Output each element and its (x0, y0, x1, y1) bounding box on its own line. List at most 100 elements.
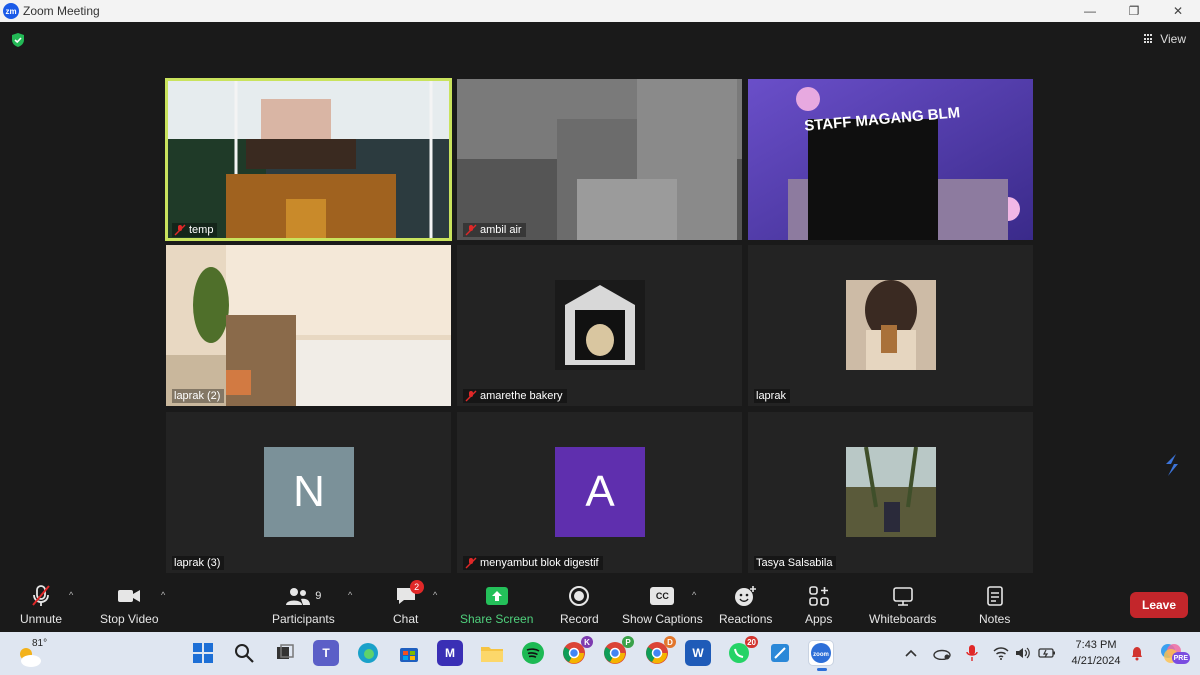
system-clock[interactable]: 7:43 PM 4/21/2024 (1066, 637, 1126, 669)
profile-picture (846, 447, 936, 537)
unread-badge: 20 (745, 636, 758, 648)
task-view-icon[interactable] (272, 640, 298, 666)
participants-options-caret-icon[interactable]: ^ (348, 590, 352, 600)
show-hidden-icons-chevron-icon[interactable] (903, 640, 919, 666)
search-icon[interactable] (231, 640, 257, 666)
side-panel-handle-icon[interactable] (1162, 452, 1182, 478)
wifi-icon[interactable] (992, 640, 1010, 666)
app-m-icon[interactable]: M (437, 640, 463, 666)
share-screen-button[interactable]: Share Screen (460, 582, 533, 626)
stop-video-button[interactable]: Stop Video (100, 582, 159, 626)
participant-name: laprak (2) (172, 389, 225, 403)
whatsapp-icon[interactable]: 20 (726, 636, 758, 666)
view-button[interactable]: View (1144, 32, 1186, 46)
participant-tile[interactable]: laprak (748, 245, 1033, 406)
active-app-indicator (817, 668, 827, 671)
chat-options-caret-icon[interactable]: ^ (433, 590, 437, 600)
chrome-profile-d-icon[interactable]: D (644, 636, 676, 666)
apps-button[interactable]: Apps (805, 582, 832, 626)
window-title: Zoom Meeting (23, 4, 100, 18)
participant-name-text: Tasya Salsabila (756, 557, 833, 569)
snipping-tool-icon[interactable] (767, 640, 793, 666)
video-feed (748, 79, 1033, 240)
teams-icon[interactable]: T (313, 640, 339, 666)
weather-widget[interactable]: 81° (14, 638, 48, 668)
zoom-app-icon[interactable]: zoom (808, 640, 834, 671)
battery-icon[interactable] (1037, 640, 1057, 666)
captions-options-caret-icon[interactable]: ^ (692, 590, 696, 600)
mic-muted-icon (465, 390, 477, 402)
view-label: View (1160, 32, 1186, 46)
participants-count: 9 (315, 590, 322, 602)
show-captions-button[interactable]: CC Show Captions (622, 582, 703, 626)
unmute-label: Unmute (20, 612, 63, 626)
onedrive-cloud-icon[interactable] (931, 640, 953, 666)
clock-time: 7:43 PM (1075, 639, 1117, 651)
participants-button[interactable]: 9 Participants (272, 582, 335, 626)
participant-name-text: laprak (2) (174, 390, 221, 402)
participant-tile[interactable]: ambil air (457, 79, 742, 240)
participant-tile[interactable]: laprak (2) (166, 245, 451, 406)
mic-muted-icon (174, 224, 186, 236)
notes-button[interactable]: Notes (979, 582, 1010, 626)
word-icon[interactable]: W (685, 640, 711, 666)
chrome-profile-p-icon[interactable]: P (602, 636, 634, 666)
show-captions-label: Show Captions (622, 612, 703, 626)
windows-start-icon[interactable] (190, 640, 216, 666)
participant-name-text: laprak (756, 390, 786, 402)
leave-button[interactable]: Leave (1130, 592, 1188, 618)
participant-tile[interactable]: temp (165, 78, 452, 241)
profile-badge: P (622, 636, 634, 648)
title-bar: zm Zoom Meeting — ❐ ✕ (0, 0, 1200, 22)
whiteboard-icon (892, 587, 913, 606)
chrome-profile-k-icon[interactable]: K (561, 636, 593, 666)
mic-muted-icon (465, 557, 477, 569)
microsoft-store-icon[interactable] (396, 640, 422, 666)
notes-icon (986, 586, 1003, 606)
participant-tile[interactable]: amarethe bakery (457, 245, 742, 406)
participant-tile[interactable]: A menyambut blok digestif (457, 412, 742, 573)
profile-badge: D (664, 636, 676, 648)
participant-tile[interactable]: Tasya Salsabila (748, 412, 1033, 573)
file-explorer-icon[interactable] (479, 640, 505, 666)
participant-name-text: amarethe bakery (480, 390, 563, 402)
microphone-in-use-icon[interactable] (963, 640, 981, 666)
participant-tile[interactable]: STAFF MAGANG BLM (748, 79, 1033, 240)
notification-bell-icon[interactable] (1129, 640, 1145, 666)
spotify-icon[interactable] (520, 640, 546, 666)
close-button[interactable]: ✕ (1156, 0, 1200, 22)
unmute-button[interactable]: Unmute (20, 582, 62, 626)
chat-button[interactable]: 2 Chat (393, 580, 424, 626)
video-feed (166, 79, 451, 240)
audio-options-caret-icon[interactable]: ^ (69, 590, 73, 600)
grid-view-icon (1144, 34, 1154, 44)
record-button[interactable]: Record (560, 582, 599, 626)
edge-browser-icon[interactable] (355, 640, 381, 666)
participant-name: Tasya Salsabila (754, 556, 837, 570)
reactions-label: Reactions (719, 612, 773, 626)
window-controls: — ❐ ✕ (1068, 0, 1200, 22)
participant-name: laprak (754, 389, 790, 403)
preview-badge: PRE (1171, 652, 1190, 664)
volume-icon[interactable] (1014, 640, 1032, 666)
captions-icon: CC (650, 587, 675, 605)
participant-name-text: ambil air (480, 224, 522, 236)
participant-name-text: menyambut blok digestif (480, 557, 599, 569)
clock-date: 4/21/2024 (1071, 655, 1121, 667)
maximize-button[interactable]: ❐ (1112, 0, 1156, 22)
participant-tile[interactable]: N laprak (3) (166, 412, 451, 573)
reactions-button[interactable]: Reactions (719, 582, 772, 626)
copilot-icon[interactable]: PRE (1158, 640, 1190, 666)
participants-label: Participants (272, 612, 335, 626)
chat-unread-badge: 2 (409, 580, 424, 594)
mic-muted-icon (465, 224, 477, 236)
security-shield-icon[interactable] (10, 32, 26, 48)
record-label: Record (560, 612, 599, 626)
video-camera-icon (118, 590, 141, 602)
video-options-caret-icon[interactable]: ^ (161, 590, 165, 600)
mic-muted-icon (32, 585, 50, 606)
whiteboards-button[interactable]: Whiteboards (869, 582, 936, 626)
minimize-button[interactable]: — (1068, 0, 1112, 22)
windows-taskbar: 81° T M K P D W 20 zoom 7:43 PM 4/21/202… (0, 632, 1200, 675)
participant-name: amarethe bakery (463, 389, 567, 403)
